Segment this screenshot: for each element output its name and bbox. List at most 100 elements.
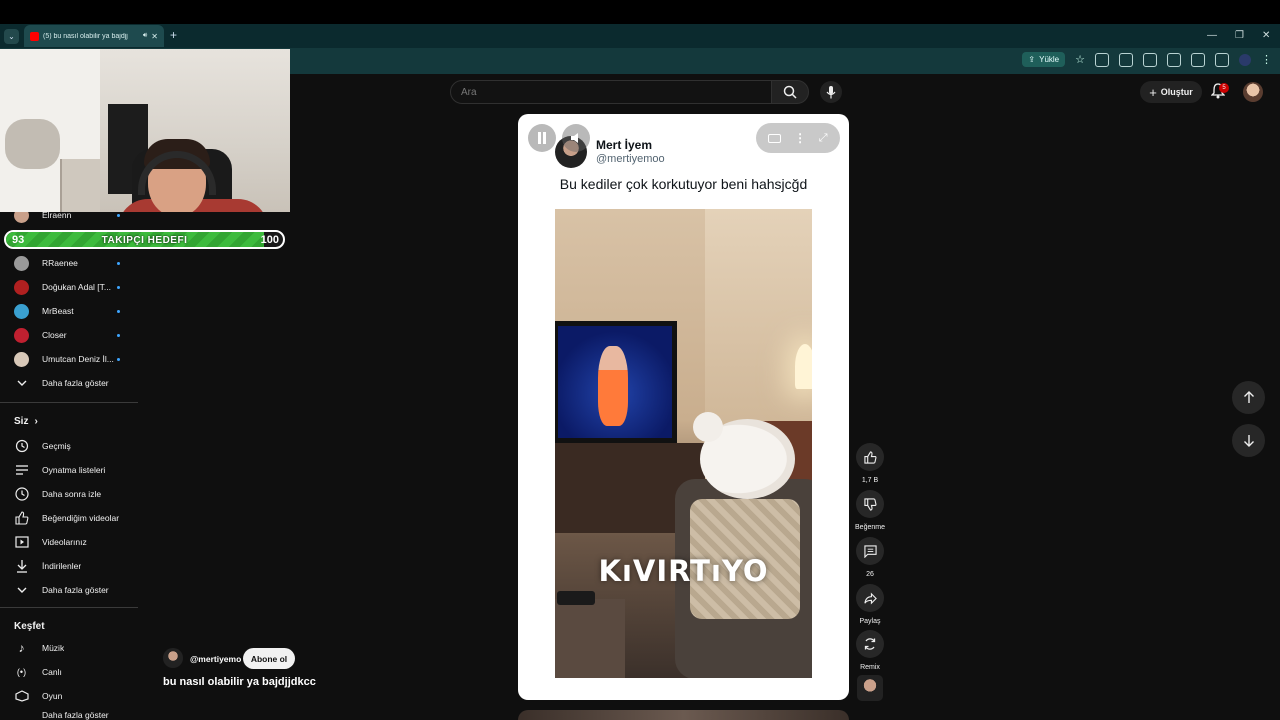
window-close-icon[interactable]: ✕ [1262,30,1270,41]
create-button[interactable]: + Oluştur [1140,81,1202,103]
sidebar-show-more-subscriptions[interactable]: Daha fazla göster [14,373,134,393]
new-content-dot [117,358,120,361]
sidebar-subscription-1[interactable]: RRaenee [14,253,134,273]
volume-button[interactable] [562,124,590,152]
tweet-text: Bu kediler çok korkutuyor beni hahsjcğd [559,176,808,192]
more-options-icon[interactable]: ⋮ [794,131,806,145]
channel-avatar[interactable] [163,648,183,668]
sidepanel-icon[interactable] [1191,52,1205,67]
sidebar-item-playlists[interactable]: Oynatma listeleri [14,460,134,480]
video-scene-table [555,599,625,678]
remix-icon [864,638,876,650]
sidebar-item-label: RRaenee [42,258,78,268]
tab-close-icon[interactable]: ✕ [151,32,158,41]
sidebar-item-live[interactable]: (•) Canlı [14,662,134,682]
browser-tab-active[interactable]: (5) bu nasıl olabilir ya bajdjj 🔊︎ ✕ [24,25,164,47]
player-controls-group: ⋮ ⤢ [756,123,840,153]
video-icon [14,535,29,550]
sidebar-item-liked-videos[interactable]: Beğendiğim videolar [14,508,134,528]
sidebar-item-downloads[interactable]: İndirilenler [14,556,134,576]
sound-thumbnail[interactable] [857,675,883,701]
remix-button[interactable] [856,630,884,658]
comments-button[interactable] [856,537,884,565]
video-caption: KıVIRTıYO [598,554,769,588]
media-icon[interactable] [1215,52,1229,67]
channel-avatar [14,327,29,343]
channel-handle[interactable]: @mertiyemo [190,654,241,664]
sidebar-item-history[interactable]: Geçmiş [14,436,134,456]
webcam-background-object [60,159,100,212]
extension-icon[interactable] [1095,52,1109,67]
channel-avatar [14,303,29,319]
remix-action[interactable]: Remix [856,630,884,671]
sidebar-item-music[interactable]: ♪ Müzik [14,638,134,658]
profile-icon[interactable] [1239,53,1251,66]
minimize-icon[interactable]: — [1207,30,1217,41]
new-tab-button[interactable]: + [170,28,177,42]
previous-short-button[interactable] [1232,381,1265,414]
new-content-dot [117,214,120,217]
search-input[interactable]: Ara [450,80,772,104]
sidebar-item-gaming[interactable]: Oyun [14,686,134,706]
youtube-favicon-icon [30,31,39,41]
video-scene-cat-head [693,412,723,442]
screenshot-icon[interactable] [1119,52,1133,67]
sidebar-item-your-videos[interactable]: Videolarınız [14,532,134,552]
short-title[interactable]: bu nasıl olabilir ya bajdjjdkcc [163,676,316,688]
like-button[interactable] [856,443,884,471]
pause-button[interactable] [528,124,556,152]
sidebar-show-more-you[interactable]: Daha fazla göster [14,580,134,600]
next-short-button[interactable] [1232,424,1265,457]
live-icon: (•) [16,667,27,677]
upload-button[interactable]: ⇪ Yükle [1022,52,1066,67]
notification-badge: 5 [1219,83,1229,93]
captions-icon[interactable] [768,133,782,143]
sidebar-item-watch-later[interactable]: Daha sonra izle [14,484,134,504]
sidebar-item-label: Closer [42,330,67,340]
sidebar-show-more-explore[interactable]: Daha fazla göster [14,709,134,720]
sidebar-subscription-4[interactable]: Closer [14,325,134,345]
thumb-up-icon [863,450,876,464]
sidebar-you-heading[interactable]: Siz › [14,416,38,427]
channel-avatar [14,279,29,295]
chevron-down-icon [14,583,29,598]
music-icon: ♪ [18,641,25,655]
search-button[interactable] [771,80,809,104]
dislike-action[interactable]: Beğenme [855,490,885,531]
voice-search-button[interactable] [820,81,842,103]
restore-icon[interactable]: ❐ [1235,30,1244,41]
like-count: 1,7 B [861,477,879,484]
comment-action[interactable]: 26 [856,537,884,578]
star-icon[interactable]: ☆ [1075,53,1085,66]
translate-icon[interactable] [1143,52,1157,67]
playlist-icon [14,463,29,478]
mic-icon [826,85,836,98]
browser-menu-icon[interactable]: ⋮ [1261,53,1272,66]
like-action[interactable]: 1,7 B [856,443,884,484]
subscribe-button[interactable]: Abone ol [243,648,295,669]
history-icon [14,439,29,454]
new-content-dot [117,286,120,289]
fullscreen-icon[interactable]: ⤢ [819,132,828,145]
speaker-icon[interactable]: 🔊︎ [143,32,147,40]
link-icon[interactable] [1167,52,1181,67]
share-action[interactable]: Paylaş [856,584,884,625]
sidebar-item-label: Umutcan Deniz İl... [42,354,114,364]
sidebar-item-label: İndirilenler [42,561,82,571]
sidebar-item-label: Daha sonra izle [42,489,102,499]
search-icon [783,85,797,99]
sidebar-subscription-2[interactable]: Doğukan Adal [T... [14,277,134,297]
sidebar-subscription-5[interactable]: Umutcan Deniz İl... [14,349,134,369]
account-avatar[interactable] [1243,82,1263,102]
sidebar-subscription-3[interactable]: MrBeast [14,301,134,321]
video-scene-lamp [795,344,812,389]
goal-label: TAKIPÇI HEDEFI [101,235,188,246]
sidebar-divider [0,607,138,608]
share-button[interactable] [856,584,884,612]
tab-search-button[interactable]: ⌄ [4,29,19,44]
channel-avatar [14,255,29,271]
dislike-button[interactable] [856,490,884,518]
upload-label: Yükle [1039,55,1060,64]
short-video-player[interactable]: Mert İyem @mertiyemoo Bu kediler çok kor… [518,114,849,700]
next-short-preview [518,710,849,720]
